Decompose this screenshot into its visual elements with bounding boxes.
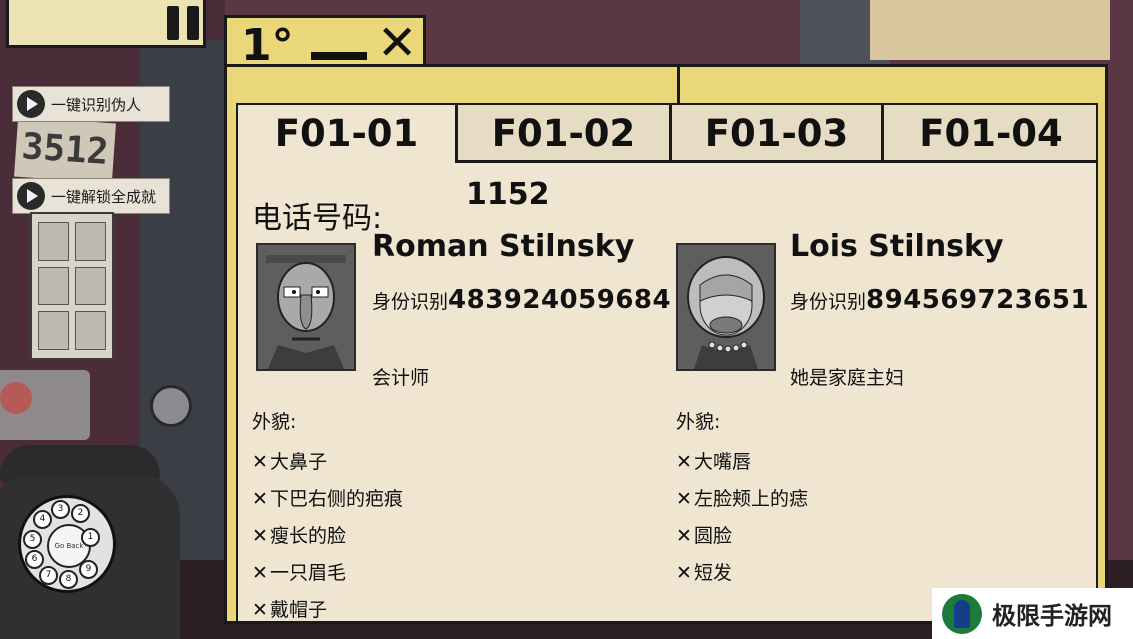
wall-knob: [150, 385, 192, 427]
feature-text: 下巴右侧的疤痕: [270, 488, 404, 510]
watermark-text: 极限手游网: [992, 601, 1112, 630]
id-number-lois: 894569723651: [866, 285, 1090, 315]
dial-hole-2[interactable]: 2: [71, 504, 90, 523]
id-label: 身份识别: [790, 291, 867, 313]
play-icon: [17, 90, 45, 118]
phone-number-value: 1152: [466, 177, 550, 212]
person-name-roman: Roman Stilnsky: [372, 229, 635, 264]
feature-item: ✕ 瘦长的脸: [252, 521, 346, 548]
check-mark-icon: ✕: [676, 525, 692, 547]
close-x-icon[interactable]: ✕: [377, 18, 417, 68]
photo-thumb: [38, 311, 69, 350]
feature-text: 大嘴唇: [694, 451, 752, 473]
photo-thumb: [75, 311, 106, 350]
phone-number-label: 电话号码:: [252, 201, 383, 236]
feature-text: 戴帽子: [270, 599, 328, 621]
photo-thumb: [38, 266, 69, 306]
check-mark-icon: ✕: [252, 562, 268, 584]
unlock-achievements-label: 一键解锁全成就: [51, 187, 157, 206]
pause-icon-bar-right: [187, 6, 199, 40]
dial-hole-3[interactable]: 3: [51, 500, 70, 519]
feature-item: ✕ 大嘴唇: [676, 447, 751, 474]
pause-button[interactable]: [6, 0, 206, 48]
check-mark-icon: ✕: [252, 525, 268, 547]
feature-text: 一只眉毛: [270, 562, 347, 584]
photo-thumb: [75, 266, 106, 306]
id-line-lois: 身份识别894569723651: [790, 285, 1089, 315]
check-mark-icon: ✕: [676, 488, 692, 510]
paper-top-right: [870, 0, 1110, 60]
tab-f01-01[interactable]: F01-01: [238, 105, 458, 163]
minimize-dash-icon[interactable]: [311, 52, 367, 60]
feature-item: ✕ 下巴右侧的疤痕: [252, 484, 403, 511]
person-name-lois: Lois Stilnsky: [790, 229, 1004, 264]
play-icon: [17, 182, 45, 210]
feature-item: ✕ 左脸颊上的痣: [676, 484, 808, 511]
feature-text: 左脸颊上的痣: [694, 488, 809, 510]
rotary-phone[interactable]: Go Back 1 2 3 4 5 6 7 8 9: [0, 445, 180, 639]
tab-bar: F01-01 F01-02 F01-03 F01-04: [238, 105, 1096, 165]
identify-impostor-label: 一键识别伪人: [51, 95, 142, 114]
tab-f01-02[interactable]: F01-02: [458, 105, 672, 163]
feature-text: 短发: [694, 562, 733, 584]
feature-item: ✕ 大鼻子: [252, 447, 327, 474]
feature-text: 大鼻子: [270, 451, 328, 473]
feature-text: 圆脸: [694, 525, 733, 547]
photo-strip: [30, 212, 114, 360]
check-mark-icon: ✕: [676, 562, 692, 584]
rotary-dial[interactable]: Go Back 1 2 3 4 5 6 7 8 9: [18, 495, 116, 593]
dial-hole-5[interactable]: 5: [23, 530, 42, 549]
feature-item: ✕ 圆脸: [676, 521, 732, 548]
dial-hole-9[interactable]: 9: [79, 560, 98, 579]
dial-hole-6[interactable]: 6: [25, 550, 44, 569]
check-mark-icon: ✕: [676, 451, 692, 473]
dial-hole-7[interactable]: 7: [39, 566, 58, 585]
check-mark-icon: ✕: [252, 599, 268, 621]
id-number-roman: 483924059684: [448, 285, 672, 315]
wall-note: 3512: [14, 116, 116, 184]
site-watermark: 极限手游网: [932, 588, 1133, 639]
feature-item: ✕ 一只眉毛: [252, 558, 346, 585]
id-line-roman: 身份识别483924059684: [372, 285, 671, 315]
tab-f01-03[interactable]: F01-03: [672, 105, 884, 163]
feature-text: 瘦长的脸: [270, 525, 347, 547]
pause-icon-bar-left: [167, 6, 179, 40]
occupation-roman: 会计师: [372, 367, 430, 389]
record-card: F01-01 F01-02 F01-03 F01-04 电话号码: 1152 R…: [236, 103, 1098, 623]
dial-hole-8[interactable]: 8: [59, 570, 78, 589]
folder-divider: [677, 64, 680, 104]
photo-thumb: [38, 222, 69, 261]
occupation-lois: 她是家庭主妇: [790, 367, 905, 389]
unlock-achievements-button[interactable]: 一键解锁全成就: [12, 178, 170, 214]
portrait-lois: [676, 243, 776, 371]
photo-thumb: [75, 222, 106, 261]
site-logo-icon: [942, 593, 982, 634]
appearance-heading-lois: 外貌:: [676, 411, 721, 433]
dial-hole-4[interactable]: 4: [33, 510, 52, 529]
identify-impostor-button[interactable]: 一键识别伪人: [12, 86, 170, 122]
portrait-roman: [256, 243, 356, 371]
dial-hole-1[interactable]: 1: [81, 528, 100, 547]
appearance-heading-roman: 外貌:: [252, 411, 297, 433]
check-mark-icon: ✕: [252, 451, 268, 473]
tab-f01-04[interactable]: F01-04: [884, 105, 1096, 163]
check-mark-icon: ✕: [252, 488, 268, 510]
alarm-button[interactable]: [0, 370, 90, 440]
feature-item: ✕ 戴帽子: [252, 595, 328, 621]
feature-item: ✕ 短发: [676, 558, 732, 585]
id-label: 身份识别: [372, 291, 449, 313]
